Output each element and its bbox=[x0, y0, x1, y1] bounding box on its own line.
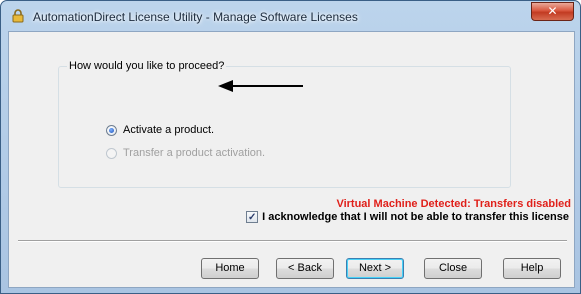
vm-warning-text: Virtual Machine Detected: Transfers disa… bbox=[336, 198, 571, 210]
transfer-activation-radio bbox=[106, 147, 117, 159]
window-title: AutomationDirect License Utility - Manag… bbox=[33, 10, 358, 24]
back-button[interactable]: < Back bbox=[276, 258, 334, 279]
close-button[interactable]: Close bbox=[424, 258, 482, 279]
activate-product-label[interactable]: Activate a product. bbox=[123, 124, 214, 136]
button-separator bbox=[18, 240, 567, 242]
activate-product-radio[interactable] bbox=[106, 124, 117, 136]
title-bar[interactable]: AutomationDirect License Utility - Manag… bbox=[1, 1, 580, 31]
help-button[interactable]: Help bbox=[503, 258, 561, 279]
arrow-left-icon bbox=[218, 80, 303, 92]
group-legend: How would you like to proceed? bbox=[67, 60, 227, 72]
next-button[interactable]: Next > bbox=[346, 258, 404, 279]
transfer-activation-label: Transfer a product activation. bbox=[123, 147, 266, 159]
home-button[interactable]: Home bbox=[201, 258, 259, 279]
close-window-button[interactable]: ✕ bbox=[531, 2, 574, 21]
activate-product-option[interactable]: Activate a product. bbox=[106, 124, 214, 136]
lock-icon bbox=[12, 9, 24, 23]
transfer-activation-option: Transfer a product activation. bbox=[106, 147, 265, 159]
acknowledge-checkbox[interactable]: ✓ bbox=[246, 211, 259, 223]
acknowledge-label[interactable]: I acknowledge that I will not be able to… bbox=[262, 211, 569, 223]
acknowledge-option[interactable]: ✓ I acknowledge that I will not be able … bbox=[246, 211, 569, 223]
